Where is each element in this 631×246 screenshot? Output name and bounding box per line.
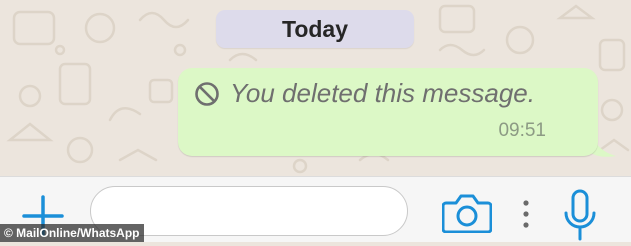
image-credit: © MailOnline/WhatsApp [0, 224, 144, 242]
more-dots-icon[interactable] [522, 199, 530, 229]
outgoing-message-bubble[interactable]: You deleted this message. 09:51 [178, 68, 598, 156]
block-icon [194, 81, 220, 107]
date-separator: Today [216, 10, 414, 48]
camera-icon[interactable] [441, 193, 493, 234]
chat-area: Today You deleted this message. 09:51 [0, 0, 631, 176]
microphone-icon[interactable] [562, 189, 598, 241]
message-timestamp: 09:51 [498, 120, 546, 141]
deleted-message-text: You deleted this message. [230, 78, 535, 108]
deleted-message-row: You deleted this message. [194, 78, 535, 109]
